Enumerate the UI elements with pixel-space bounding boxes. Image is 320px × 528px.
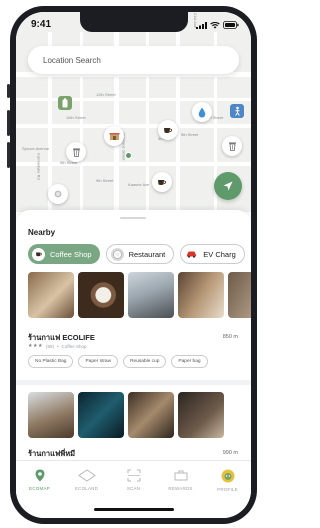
place-name[interactable]: ร้านกาแฟพี่หมี — [28, 448, 75, 460]
tab-label: ECOMAP — [29, 486, 50, 491]
chip-ev-charger[interactable]: EV Charg — [180, 244, 245, 264]
profile-icon — [221, 469, 234, 483]
place-category: Coffee Shop — [61, 343, 87, 349]
category-chips: Coffee Shop Restaurant EV Charg — [28, 244, 245, 264]
nearby-title: Nearby — [28, 228, 56, 237]
place-photo[interactable] — [128, 272, 174, 318]
tab-label: SCAN — [126, 486, 141, 491]
place-photos[interactable] — [28, 392, 224, 438]
restaurant-icon[interactable] — [104, 126, 124, 146]
notch — [80, 12, 188, 32]
plate-icon — [110, 247, 124, 261]
tag: Paper straw — [78, 355, 119, 368]
location-search-input[interactable]: Location Search — [28, 46, 239, 74]
place-photo[interactable] — [178, 272, 224, 318]
street-label: 9th Street — [96, 178, 114, 183]
trash-bin-icon[interactable] — [222, 136, 242, 156]
street-label: Karmedyke Rd — [36, 153, 42, 180]
scan-icon — [127, 469, 140, 482]
chip-label: Coffee Shop — [50, 249, 92, 259]
chip-coffee-shop[interactable]: Coffee Shop — [28, 244, 100, 264]
land-icon — [77, 469, 96, 482]
street-label: 16th Street — [66, 115, 86, 120]
sheet-drag-handle[interactable] — [120, 217, 146, 219]
map-pin-icon — [35, 469, 44, 482]
navigation-arrow-icon — [223, 181, 233, 191]
rating-stars: ★★★ — [28, 343, 43, 349]
street-label: Spruce Avenue — [22, 146, 50, 151]
battery-status-icon — [223, 21, 239, 29]
tab-profile[interactable]: PROFILE — [204, 469, 251, 492]
place-tags: No Plastic Bag Paper straw Reusable cup … — [28, 355, 208, 368]
tab-rewards[interactable]: REWARDS — [157, 469, 204, 491]
signal-icon — [196, 21, 207, 29]
search-placeholder: Location Search — [43, 55, 101, 65]
place-photo[interactable] — [228, 272, 251, 318]
section-divider — [16, 380, 251, 385]
status-time: 9:41 — [31, 19, 52, 30]
tag: Paper bag — [171, 355, 208, 368]
trash-bin-icon[interactable] — [66, 142, 86, 162]
street-label: Kaasne Ave — [128, 182, 150, 187]
tab-ecoland[interactable]: ECOLAND — [63, 469, 110, 491]
place-photo[interactable] — [128, 392, 174, 438]
review-count: (68) — [45, 343, 54, 349]
map-view[interactable]: 21st Ave 12th Street Mainlane Street Bra… — [16, 12, 251, 212]
volume-up-button — [7, 110, 10, 136]
place-photo[interactable] — [28, 392, 74, 438]
coffee-shop-icon[interactable] — [152, 172, 172, 192]
place-photo[interactable] — [78, 272, 124, 318]
tab-ecomap[interactable]: ECOMAP — [16, 469, 63, 491]
place-distance: 990 m — [222, 450, 238, 456]
place-distance: 850 m — [222, 334, 238, 340]
tag: No Plastic Bag — [28, 355, 74, 368]
coffee-shop-icon[interactable] — [158, 120, 178, 140]
tab-label: PROFILE — [217, 487, 238, 492]
chip-restaurant[interactable]: Restaurant — [105, 244, 175, 264]
tab-label: ECOLAND — [74, 486, 99, 491]
coffee-cup-icon — [32, 247, 45, 261]
car-icon — [185, 248, 198, 261]
street-label: 5th Street — [181, 132, 199, 137]
place-photos[interactable] — [28, 272, 251, 318]
current-location-dot — [125, 152, 132, 159]
chip-label: EV Charg — [203, 249, 236, 259]
place-photo[interactable] — [78, 392, 124, 438]
app-screen: 21st Ave 12th Street Mainlane Street Bra… — [16, 12, 251, 518]
locate-me-button[interactable] — [214, 172, 242, 200]
nearby-sheet: Nearby Coffee Shop Restaurant EV Charg ร… — [16, 210, 251, 460]
street-label: 12th Street — [96, 92, 116, 97]
rewards-icon — [174, 470, 187, 481]
chip-label: Restaurant — [128, 249, 166, 259]
tab-label: REWARDS — [168, 486, 193, 491]
water-drop-icon[interactable] — [192, 102, 212, 122]
tab-scan[interactable]: SCAN — [110, 469, 157, 491]
place-rating: ★★★ (68) • Coffee Shop — [28, 343, 86, 349]
volume-down-button — [7, 142, 10, 168]
silent-switch — [7, 84, 10, 98]
battery-icon[interactable] — [58, 96, 72, 110]
ev-charger-icon[interactable] — [230, 104, 244, 118]
wifi-icon — [210, 21, 220, 29]
home-indicator — [94, 508, 174, 511]
status-bar: 9:41 — [16, 12, 251, 36]
place-photo[interactable] — [178, 392, 224, 438]
coffee-shop-icon[interactable] — [48, 184, 68, 204]
place-photo[interactable] — [28, 272, 74, 318]
tag: Reusable cup — [123, 355, 167, 368]
coffee-cup-icon: • — [56, 343, 59, 349]
status-icons — [196, 21, 239, 29]
